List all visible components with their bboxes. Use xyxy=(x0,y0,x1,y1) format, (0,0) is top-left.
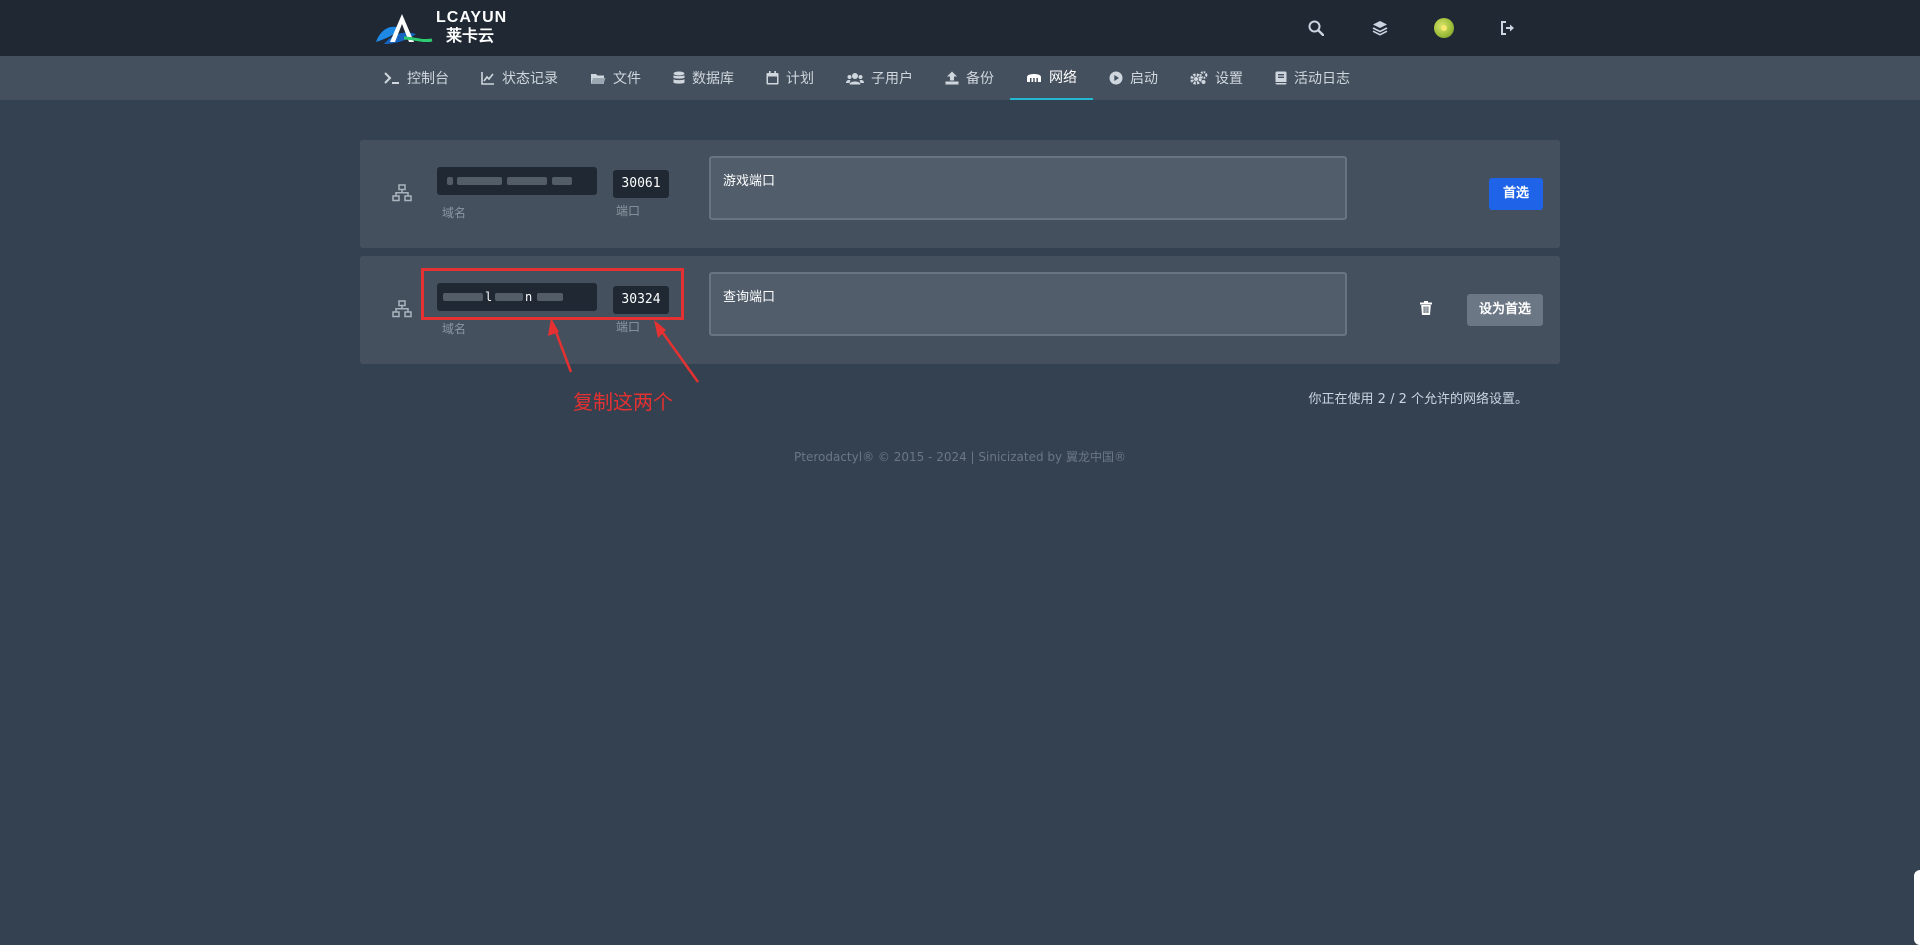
users-icon xyxy=(846,72,864,84)
tab-label: 计划 xyxy=(786,71,814,87)
allocation-row: 域名 30061 端口 游戏端口 首选 xyxy=(360,140,1560,248)
network-icon xyxy=(1027,74,1041,82)
avatar-image xyxy=(1434,18,1454,38)
tab-users[interactable]: 子用户 xyxy=(830,56,929,100)
annotation-highlight-box xyxy=(421,268,684,320)
trash-icon[interactable] xyxy=(1420,300,1432,319)
top-header: LCAYUN 莱卡云 xyxy=(0,0,1920,56)
server-nav: 控制台 状态记录 文件 数据库 计划 子用户 备份 网络 启动 设置 活动日志 xyxy=(0,56,1920,100)
allocation-usage-text: 你正在使用 2 / 2 个允许的网络设置。 xyxy=(1308,392,1528,407)
logo-subtext: 莱卡云 xyxy=(446,26,495,45)
logo-mark-icon xyxy=(376,14,433,44)
tab-label: 控制台 xyxy=(407,71,449,87)
play-icon xyxy=(1109,71,1123,85)
layers-icon[interactable] xyxy=(1348,0,1412,56)
tab-startup[interactable]: 启动 xyxy=(1093,56,1174,100)
ip-label: 域名 xyxy=(442,206,467,220)
avatar[interactable] xyxy=(1412,0,1476,56)
port-field[interactable]: 30061 xyxy=(613,170,669,198)
tab-activity[interactable]: 活动日志 xyxy=(1259,56,1366,100)
notes-textarea[interactable]: 游戏端口 xyxy=(709,156,1347,220)
tab-label: 子用户 xyxy=(871,71,913,87)
tab-label: 数据库 xyxy=(692,71,734,87)
primary-button[interactable]: 首选 xyxy=(1488,178,1543,210)
notes-textarea[interactable]: 查询端口 xyxy=(709,272,1347,336)
tab-label: 活动日志 xyxy=(1294,71,1350,87)
logo-text: LCAYUN xyxy=(436,9,508,26)
database-icon xyxy=(673,71,685,84)
tab-files[interactable]: 文件 xyxy=(574,56,657,100)
chart-icon xyxy=(481,72,494,85)
logout-icon[interactable] xyxy=(1476,0,1540,56)
search-icon[interactable] xyxy=(1284,0,1348,56)
footer: Pterodactyl® © 2015 - 2024 | Sinicizated… xyxy=(794,450,1126,464)
tab-label: 备份 xyxy=(966,71,994,87)
tab-label: 设置 xyxy=(1215,71,1243,87)
book-icon xyxy=(1275,71,1287,85)
port-label: 端口 xyxy=(616,204,641,218)
tab-settings[interactable]: 设置 xyxy=(1174,56,1259,100)
set-primary-button[interactable]: 设为首选 xyxy=(1466,294,1543,326)
redacted-text xyxy=(457,177,502,185)
tab-label: 启动 xyxy=(1130,71,1158,87)
cogs-icon xyxy=(1190,71,1208,85)
tab-console[interactable]: 控制台 xyxy=(368,56,465,100)
ip-address-field[interactable] xyxy=(437,167,597,195)
tab-label: 网络 xyxy=(1049,70,1077,86)
tab-activity-status[interactable]: 状态记录 xyxy=(465,56,574,100)
edge-widget[interactable] xyxy=(1914,870,1920,945)
tab-list: 控制台 状态记录 文件 数据库 计划 子用户 备份 网络 启动 设置 活动日志 xyxy=(368,56,1366,100)
header-icons xyxy=(1284,0,1540,56)
redacted-text xyxy=(507,177,547,185)
redacted-text xyxy=(447,177,453,185)
tab-schedules[interactable]: 计划 xyxy=(750,56,830,100)
port-label: 端口 xyxy=(616,320,641,334)
tab-label: 状态记录 xyxy=(502,71,558,87)
logo[interactable]: LCAYUN 莱卡云 xyxy=(374,8,514,48)
ip-label: 域名 xyxy=(442,322,467,336)
network-wired-icon xyxy=(392,300,412,322)
terminal-icon xyxy=(384,72,399,84)
redacted-text xyxy=(552,177,572,185)
tab-backups[interactable]: 备份 xyxy=(929,56,1010,100)
upload-icon xyxy=(945,71,959,85)
network-wired-icon xyxy=(392,184,412,206)
annotation-label: 复制这两个 xyxy=(573,390,673,414)
tab-network[interactable]: 网络 xyxy=(1010,56,1093,100)
calendar-icon xyxy=(766,71,779,85)
tab-label: 文件 xyxy=(613,71,641,87)
folder-icon xyxy=(591,73,606,84)
tab-databases[interactable]: 数据库 xyxy=(657,56,750,100)
